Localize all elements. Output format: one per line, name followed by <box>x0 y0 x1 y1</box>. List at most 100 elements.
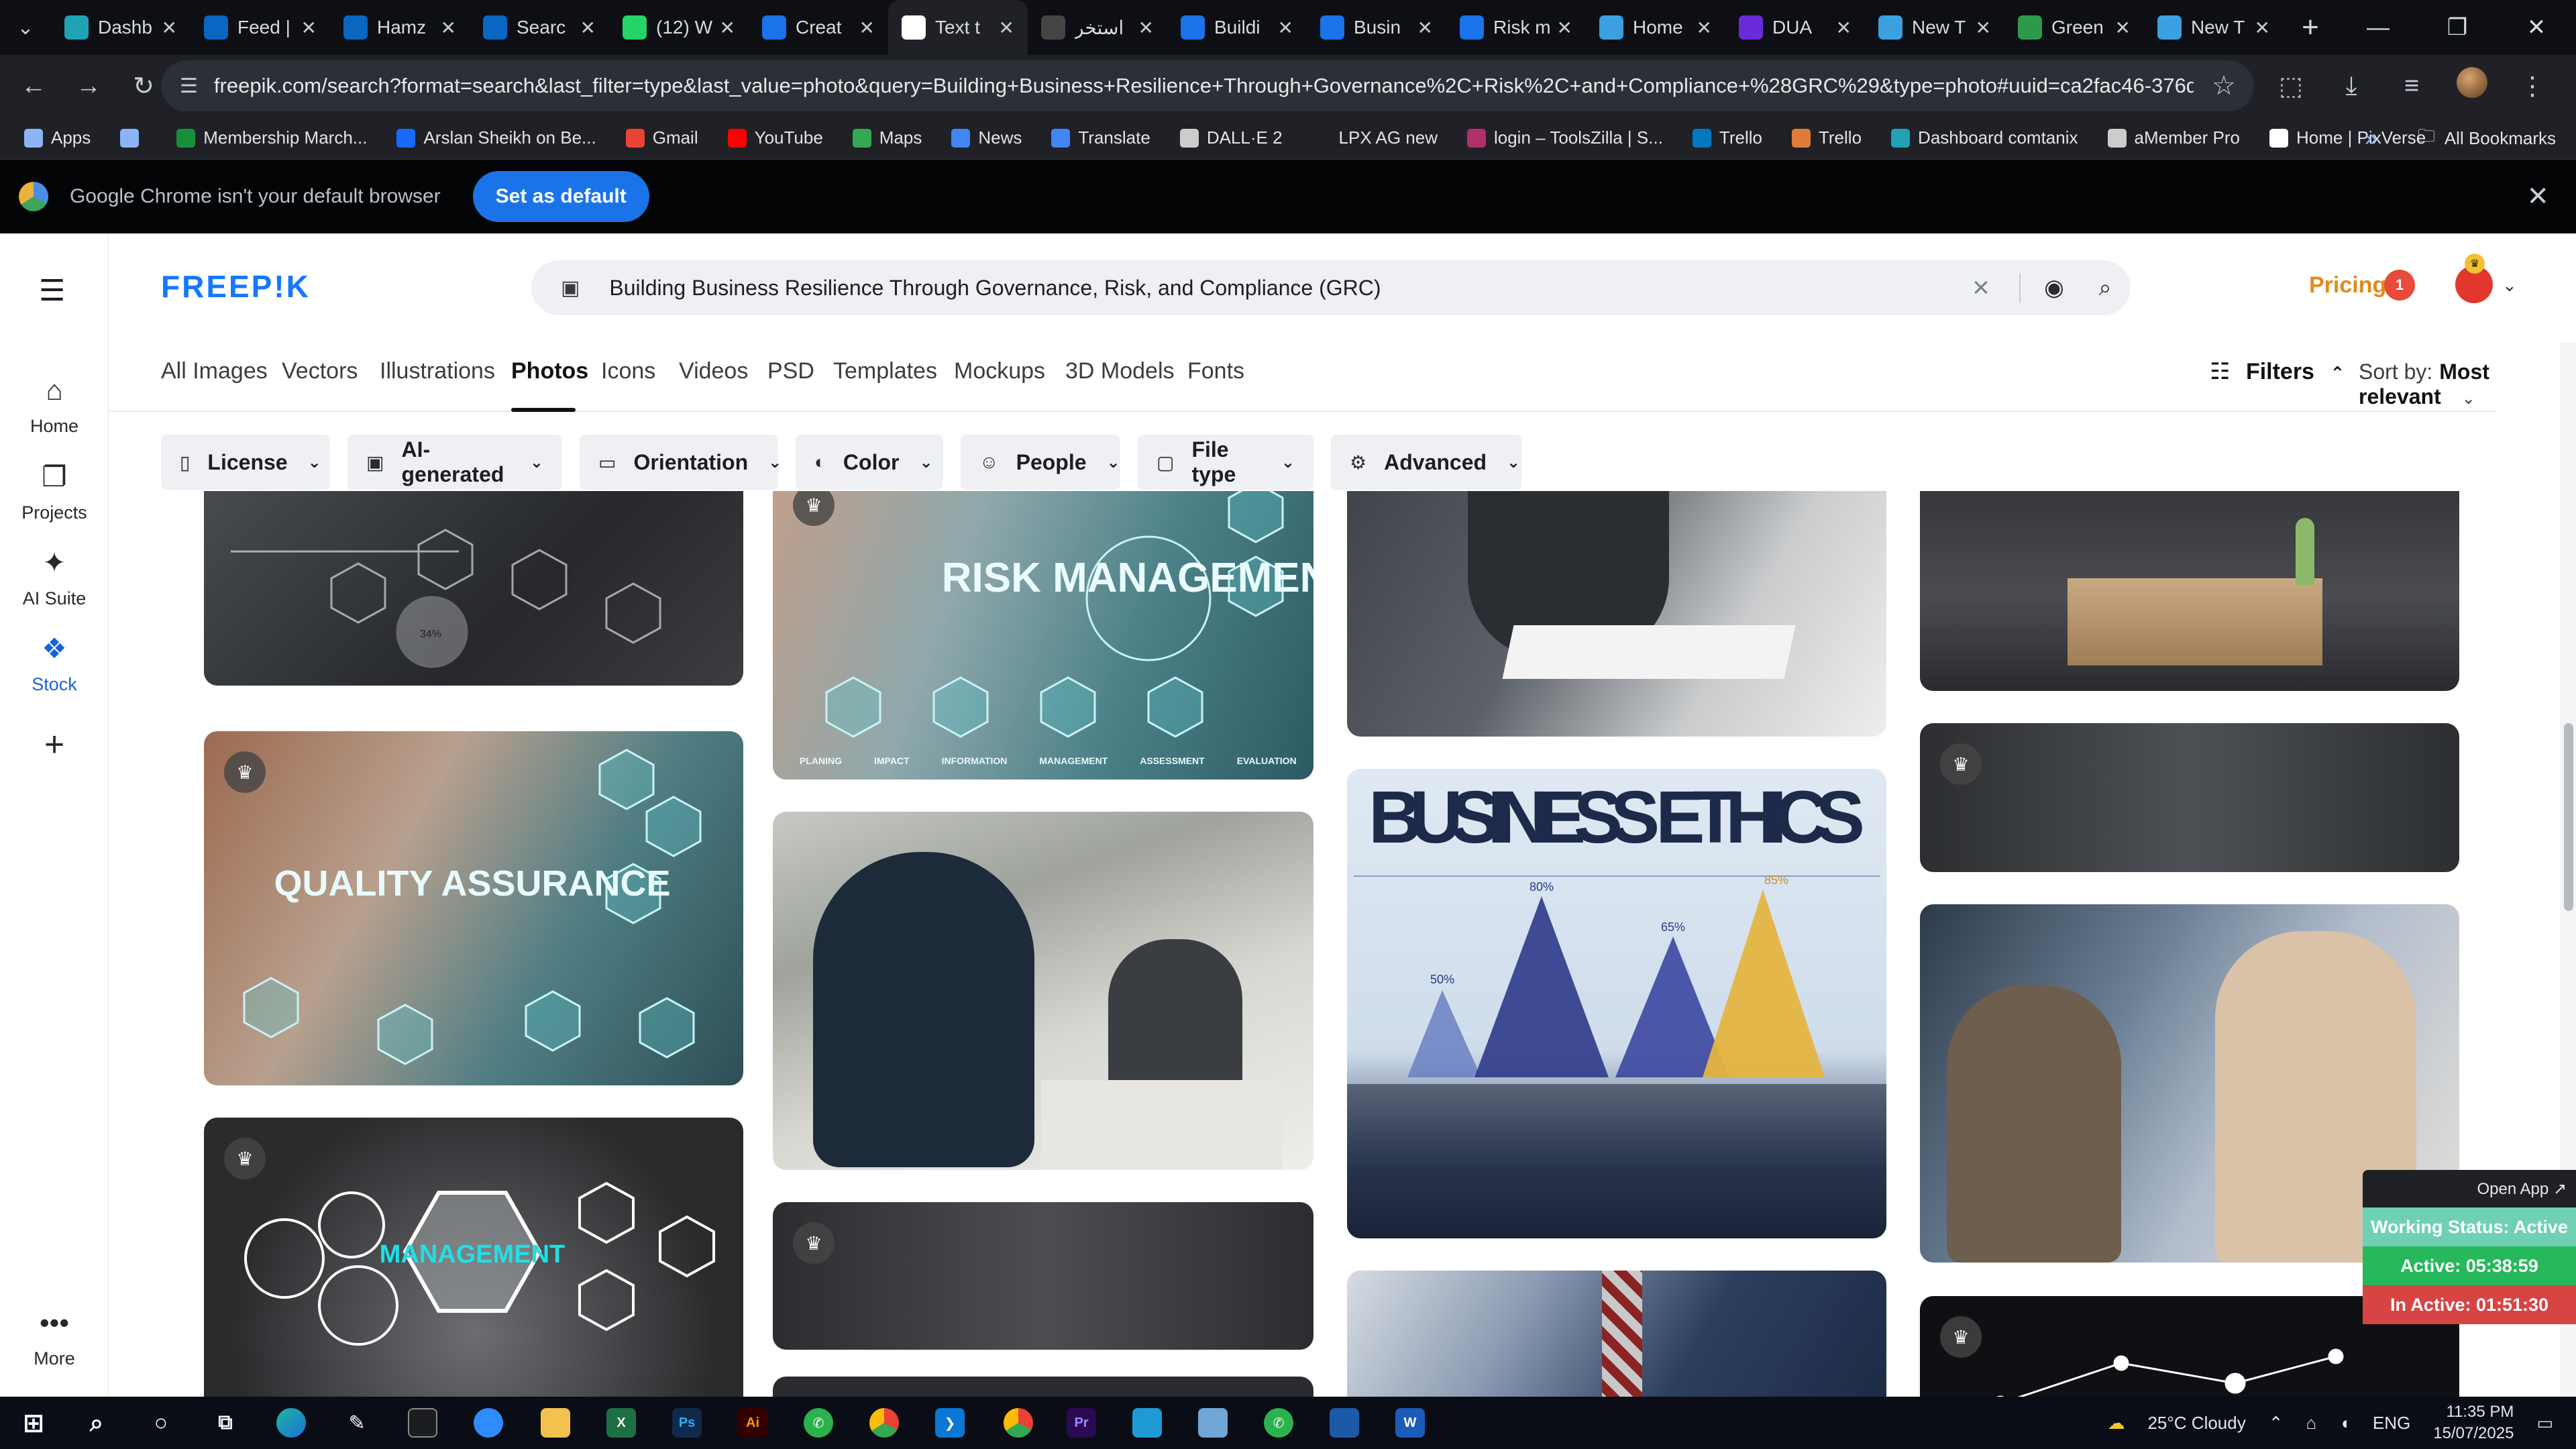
tab-videos[interactable]: Videos <box>679 358 748 384</box>
result-card-quality-assurance[interactable]: ♛ QUALITY ASSURANCE <box>204 731 743 1085</box>
minimize-icon[interactable]: — <box>2339 0 2418 55</box>
file-explorer-icon[interactable] <box>541 1408 570 1438</box>
filter-color[interactable]: ◐ Color ⌄ <box>796 435 943 490</box>
tab-templates[interactable]: Templates <box>833 358 937 384</box>
browser-tab[interactable]: Risk m ✕ <box>1446 0 1586 55</box>
tab-illustrations[interactable]: Illustrations <box>380 358 495 384</box>
new-tab-button[interactable]: + <box>2284 11 2337 44</box>
tab-close-icon[interactable]: ✕ <box>999 17 1014 39</box>
phone-app-icon[interactable]: ✆ <box>804 1408 833 1438</box>
browser-tab[interactable]: Text t ✕ <box>888 0 1028 55</box>
chrome-active-icon[interactable] <box>1004 1408 1033 1438</box>
bookmark-item[interactable] <box>120 128 147 148</box>
browser-tab[interactable]: Dashb ✕ <box>51 0 191 55</box>
bookmark-item[interactable]: YouTube <box>727 127 823 148</box>
sort-dropdown[interactable]: Sort by: Most relevant ⌄ <box>2359 360 2497 409</box>
browser-tab[interactable]: New T ✕ <box>1865 0 2004 55</box>
bookmark-item[interactable]: Apps <box>24 127 91 148</box>
app-icon[interactable] <box>1198 1408 1228 1438</box>
image-search-icon[interactable]: ▣ <box>561 276 580 300</box>
bookmark-item[interactable]: Maps <box>852 127 922 148</box>
bookmark-item[interactable]: Arslan Sheikh on Be... <box>396 127 596 148</box>
browser-tab[interactable]: Busin ✕ <box>1307 0 1446 55</box>
bookmark-item[interactable]: News <box>951 127 1022 148</box>
download-icon[interactable]: ⤓ <box>2321 72 2381 101</box>
tab-icons[interactable]: Icons <box>601 358 655 384</box>
tab-psd[interactable]: PSD <box>767 358 814 384</box>
sidebar-add-button[interactable]: + <box>0 724 109 774</box>
result-card-team-security[interactable]: ♛ <box>1920 723 2459 872</box>
windows-start-icon[interactable]: ⊞ <box>19 1408 48 1438</box>
close-infobar-icon[interactable]: ✕ <box>2526 181 2549 212</box>
tab-close-icon[interactable]: ✕ <box>1697 17 1712 39</box>
reload-icon[interactable]: ↻ <box>122 71 165 101</box>
search-icon[interactable]: ⌕ <box>2080 275 2131 301</box>
browser-tab[interactable]: (12) W ✕ <box>609 0 749 55</box>
browser-tab[interactable]: استخر ✕ <box>1028 0 1167 55</box>
tab-close-icon[interactable]: ✕ <box>2115 17 2131 39</box>
tab-vectors[interactable]: Vectors <box>282 358 358 384</box>
bookmark-item[interactable]: login – ToolsZilla | S... <box>1466 127 1663 148</box>
bookmark-item[interactable]: Dashboard comtanix <box>1891 127 2078 148</box>
tab-close-icon[interactable]: ✕ <box>1417 17 1433 39</box>
search-icon[interactable]: ⌕ <box>82 1408 111 1438</box>
site-info-icon[interactable]: ☰ <box>180 74 198 98</box>
tab-fonts[interactable]: Fonts <box>1187 358 1244 384</box>
weather-text[interactable]: 25°C Cloudy <box>2147 1413 2245 1434</box>
illustrator-icon[interactable]: Ai <box>738 1408 767 1438</box>
result-card-wooden-figures[interactable] <box>1920 491 2459 691</box>
all-bookmarks[interactable]: All Bookmarks <box>2445 128 2556 149</box>
filter-license[interactable]: ▯ License ⌄ <box>161 435 330 490</box>
scroll-thumb[interactable] <box>2564 723 2573 911</box>
word-icon[interactable]: W <box>1395 1408 1425 1438</box>
language-indicator[interactable]: ENG <box>2373 1413 2410 1434</box>
notification-badge[interactable]: 1 <box>2384 270 2415 301</box>
back-icon[interactable]: ← <box>12 72 55 101</box>
browser-tab[interactable]: Creat ✕ <box>749 0 888 55</box>
restore-icon[interactable]: ❐ <box>2418 0 2497 55</box>
calculator-icon[interactable] <box>1330 1408 1359 1438</box>
photoshop-icon[interactable]: Ps <box>672 1408 702 1438</box>
browser-tab[interactable]: New T ✕ <box>2144 0 2284 55</box>
filters-toggle[interactable]: ☷ Filters ⌃ <box>2210 358 2345 385</box>
freepik-logo[interactable]: FREEP!K <box>161 268 311 305</box>
chevron-down-icon[interactable]: ⌄ <box>2502 275 2517 296</box>
bookmark-item[interactable]: Gmail <box>625 127 698 148</box>
pricing-link[interactable]: Pricing <box>2309 272 2386 299</box>
network-icon[interactable]: ⌂ <box>2306 1413 2317 1434</box>
bookmark-star-icon[interactable]: ☆ <box>2194 70 2254 101</box>
tab-photos[interactable]: Photos <box>511 358 588 384</box>
result-card-signing-document[interactable] <box>1347 491 1886 737</box>
bookmark-item[interactable]: Trello <box>1692 127 1762 148</box>
tab-close-icon[interactable]: ✕ <box>1278 17 1293 39</box>
filter-people[interactable]: ☺ People ⌄ <box>961 435 1120 490</box>
sidebar-item-more[interactable]: ••• More <box>0 1307 109 1369</box>
tab-close-icon[interactable]: ✕ <box>441 17 456 39</box>
result-card-clipboard[interactable] <box>1347 1271 1886 1397</box>
bookmarks-overflow-icon[interactable]: » <box>2365 125 2377 152</box>
vscode-icon[interactable]: ❯ <box>935 1408 965 1438</box>
sidebar-item-projects[interactable]: ❐ Projects <box>0 460 109 523</box>
bookmark-item[interactable]: Trello <box>1791 127 1862 148</box>
close-window-icon[interactable]: ✕ <box>2497 0 2576 55</box>
search-bar[interactable]: ▣ Building Business Resilience Through G… <box>531 260 2131 315</box>
chrome-icon[interactable] <box>869 1408 899 1438</box>
tab-close-icon[interactable]: ✕ <box>580 17 596 39</box>
browser-tab[interactable]: DUA ✕ <box>1725 0 1865 55</box>
chrome-menu-icon[interactable]: ⋮ <box>2502 71 2563 101</box>
tray-chevron-icon[interactable]: ⌃ <box>2269 1413 2284 1434</box>
result-card-office-meeting[interactable] <box>773 812 1313 1170</box>
task-view-icon[interactable]: ⧉ <box>211 1408 240 1438</box>
browser-tab[interactable]: Home ✕ <box>1586 0 1725 55</box>
bookmark-item[interactable]: LPX AG new <box>1311 127 1438 148</box>
tab-close-icon[interactable]: ✕ <box>859 17 875 39</box>
sidebar-item-ai-suite[interactable]: ✦ AI Suite <box>0 546 109 609</box>
result-card-data-icons[interactable]: 34% <box>204 491 743 686</box>
bookmark-item[interactable]: DALL·E 2 <box>1179 127 1283 148</box>
browser-tab[interactable]: Hamz ✕ <box>330 0 470 55</box>
sidebar-item-stock[interactable]: ❖ Stock <box>0 632 109 695</box>
set-as-default-button[interactable]: Set as default <box>472 171 649 222</box>
bookmark-item[interactable]: aMember Pro <box>2107 127 2240 148</box>
media-control-icon[interactable]: ≡ <box>2381 72 2442 101</box>
forward-icon[interactable]: → <box>67 72 110 101</box>
